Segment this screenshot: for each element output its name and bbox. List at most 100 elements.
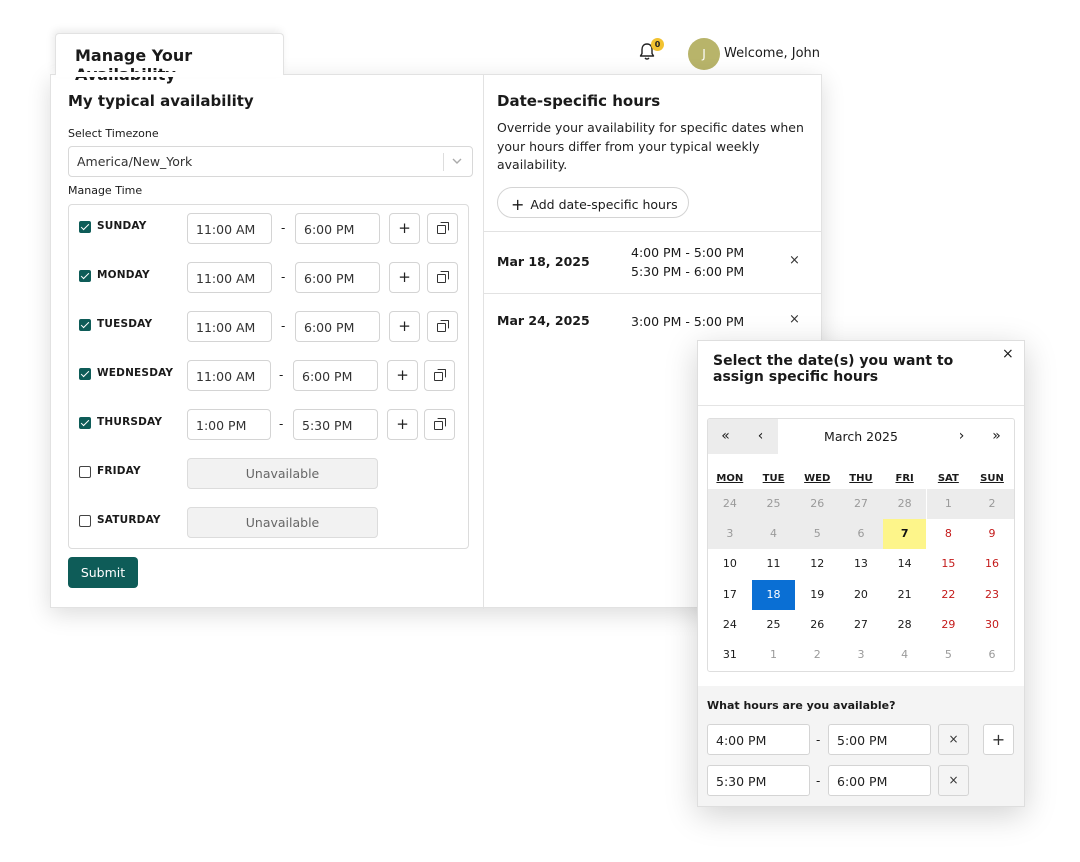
add-slot-button[interactable]: + bbox=[389, 213, 420, 244]
add-slot-button[interactable]: + bbox=[387, 409, 418, 440]
calendar-day[interactable]: 1 bbox=[752, 640, 796, 670]
end-time-input[interactable]: 6:00 PM bbox=[295, 311, 380, 342]
calendar-day[interactable]: 9 bbox=[970, 519, 1014, 549]
popup-title: Select the date(s) you want to assign sp… bbox=[713, 353, 954, 385]
chevron-down-icon bbox=[452, 158, 462, 164]
copy-icon bbox=[434, 368, 446, 381]
time-separator: - bbox=[281, 221, 286, 235]
slot-end-input[interactable]: 5:00 PM bbox=[828, 724, 931, 755]
calendar-day[interactable]: 6 bbox=[970, 640, 1014, 670]
time-separator: - bbox=[279, 368, 284, 382]
start-time-input[interactable]: 11:00 AM bbox=[187, 262, 272, 293]
calendar-day[interactable]: 15 bbox=[927, 549, 971, 579]
prev-month-button[interactable]: ‹ bbox=[743, 419, 778, 454]
close-icon[interactable]: × bbox=[1002, 346, 1014, 362]
add-slot-button[interactable]: + bbox=[389, 262, 420, 293]
copy-button[interactable] bbox=[427, 262, 458, 293]
next-year-button[interactable]: » bbox=[979, 419, 1014, 454]
timezone-select[interactable]: America/New_York bbox=[68, 146, 473, 177]
slot-start-input[interactable]: 5:30 PM bbox=[707, 765, 810, 796]
submit-button[interactable]: Submit bbox=[68, 557, 138, 588]
remove-slot-button[interactable]: × bbox=[938, 765, 969, 796]
saturday-checkbox[interactable] bbox=[79, 515, 91, 527]
calendar-day[interactable]: 24 bbox=[708, 610, 752, 640]
notification-badge: 0 bbox=[651, 38, 664, 51]
date-specific-description: Override your availability for specific … bbox=[497, 120, 804, 172]
sunday-checkbox[interactable] bbox=[79, 221, 91, 233]
calendar-day[interactable]: 3 bbox=[839, 640, 883, 670]
welcome-text: Welcome, John bbox=[724, 46, 820, 61]
start-time-input[interactable]: 11:00 AM bbox=[187, 311, 272, 342]
calendar-day[interactable]: 5 bbox=[927, 640, 971, 670]
copy-button[interactable] bbox=[424, 409, 455, 440]
add-slot-button[interactable]: + bbox=[387, 360, 418, 391]
calendar-day[interactable]: 12 bbox=[795, 549, 839, 579]
calendar-day[interactable]: 8 bbox=[927, 519, 971, 549]
calendar-day[interactable]: 27 bbox=[839, 610, 883, 640]
date-picker-popup: Select the date(s) you want to assign sp… bbox=[697, 340, 1025, 807]
avatar[interactable]: J bbox=[688, 38, 720, 70]
calendar-day[interactable]: 16 bbox=[970, 549, 1014, 579]
end-time-input[interactable]: 6:00 PM bbox=[295, 262, 380, 293]
start-time-input[interactable]: 11:00 AM bbox=[187, 213, 272, 244]
day-row-wednesday: WEDNESDAY 11:00 AM - 6:00 PM + bbox=[69, 360, 469, 394]
calendar-day[interactable]: 31 bbox=[708, 640, 752, 670]
prev-year-button[interactable]: « bbox=[708, 419, 743, 454]
calendar-day[interactable]: 14 bbox=[883, 549, 927, 579]
thursday-checkbox[interactable] bbox=[79, 417, 91, 429]
calendar-day[interactable]: 20 bbox=[839, 580, 883, 610]
remove-slot-button[interactable]: × bbox=[938, 724, 969, 755]
calendar-day[interactable]: 19 bbox=[795, 580, 839, 610]
timezone-value: America/New_York bbox=[77, 154, 193, 169]
calendar-day[interactable]: 13 bbox=[839, 549, 883, 579]
add-slot-button[interactable]: + bbox=[389, 311, 420, 342]
copy-button[interactable] bbox=[427, 213, 458, 244]
end-time-input[interactable]: 6:00 PM bbox=[293, 360, 378, 391]
weekday-header: SUN bbox=[980, 473, 1004, 484]
slot-end-input[interactable]: 6:00 PM bbox=[828, 765, 931, 796]
end-time-input[interactable]: 6:00 PM bbox=[295, 213, 380, 244]
slot-start-input[interactable]: 4:00 PM bbox=[707, 724, 810, 755]
copy-icon bbox=[437, 221, 449, 234]
timezone-label: Select Timezone bbox=[68, 127, 159, 140]
popup-calendar-area: « ‹ March 2025 › » MON TUE WED THU FRI SAT SUN… bbox=[698, 406, 1024, 686]
unavailable-field: Unavailable bbox=[187, 507, 378, 538]
calendar-day[interactable]: 30 bbox=[970, 610, 1014, 640]
calendar-day[interactable]: 18 bbox=[751, 579, 796, 610]
popup-header: Select the date(s) you want to assign sp… bbox=[698, 341, 1024, 406]
panel-divider bbox=[483, 75, 484, 609]
calendar-day[interactable]: 4 bbox=[883, 640, 927, 670]
tab-title: Manage Your Availability bbox=[75, 46, 193, 84]
calendar-day[interactable]: 2 bbox=[795, 640, 839, 670]
add-slot-button[interactable]: + bbox=[983, 724, 1014, 755]
calendar-month-label[interactable]: March 2025 bbox=[778, 419, 944, 454]
calendar-day[interactable]: 7 bbox=[882, 519, 927, 550]
start-time-input[interactable]: 11:00 AM bbox=[187, 360, 271, 391]
copy-icon bbox=[434, 417, 446, 430]
calendar-day[interactable]: 28 bbox=[883, 610, 927, 640]
monday-checkbox[interactable] bbox=[79, 270, 91, 282]
friday-checkbox[interactable] bbox=[79, 466, 91, 478]
remove-entry-button[interactable]: × bbox=[789, 312, 800, 327]
calendar-day[interactable]: 25 bbox=[752, 610, 796, 640]
calendar-day[interactable]: 29 bbox=[927, 610, 971, 640]
calendar-day[interactable]: 17 bbox=[708, 580, 752, 610]
calendar-day[interactable]: 26 bbox=[795, 610, 839, 640]
copy-button[interactable] bbox=[424, 360, 455, 391]
end-time-input[interactable]: 5:30 PM bbox=[293, 409, 378, 440]
day-label: THURSDAY bbox=[97, 416, 163, 428]
calendar-day[interactable]: 10 bbox=[708, 549, 752, 579]
calendar-day[interactable]: 23 bbox=[970, 580, 1014, 610]
calendar-day[interactable]: 21 bbox=[883, 580, 927, 610]
start-time-input[interactable]: 1:00 PM bbox=[187, 409, 271, 440]
copy-button[interactable] bbox=[427, 311, 458, 342]
calendar-day[interactable]: 22 bbox=[927, 580, 971, 610]
calendar-day[interactable]: 11 bbox=[752, 549, 796, 579]
next-month-button[interactable]: › bbox=[944, 419, 979, 454]
remove-entry-button[interactable]: × bbox=[789, 253, 800, 268]
wednesday-checkbox[interactable] bbox=[79, 368, 91, 380]
tuesday-checkbox[interactable] bbox=[79, 319, 91, 331]
add-date-specific-button[interactable]: + Add date-specific hours bbox=[497, 187, 689, 218]
tab-manage-availability[interactable]: Manage Your Availability bbox=[55, 33, 284, 84]
calendar-day: 24 bbox=[708, 489, 752, 519]
